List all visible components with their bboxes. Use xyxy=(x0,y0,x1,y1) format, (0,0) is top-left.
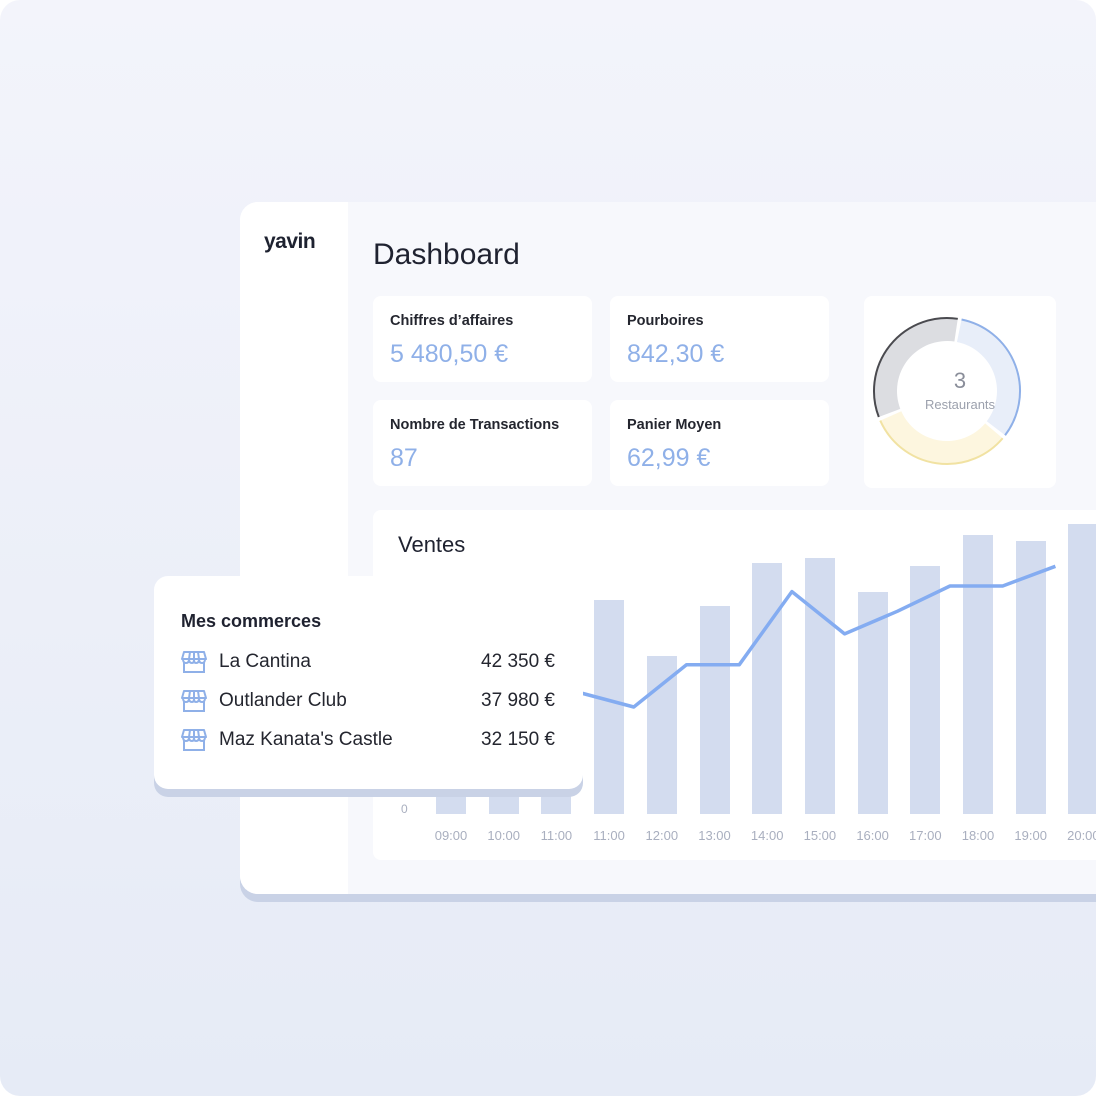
x-tick-label: 19:00 xyxy=(1014,828,1047,843)
store-name: La Cantina xyxy=(219,651,311,672)
x-tick-label: 11:00 xyxy=(593,828,625,843)
kpi-value: 87 xyxy=(390,444,418,472)
bar-10 xyxy=(963,535,993,814)
kpi-label: Nombre de Transactions xyxy=(390,417,560,433)
store-amount: 42 350 € xyxy=(481,651,555,672)
bar-11 xyxy=(1015,540,1046,814)
bar-4 xyxy=(646,656,677,814)
x-tick-label: 11:00 xyxy=(540,828,573,843)
store-icon xyxy=(181,690,207,712)
stores-title: Mes commerces xyxy=(181,611,322,631)
kpi-card-transactions[interactable]: Nombre de Transactions 87 xyxy=(373,400,592,486)
x-tick-label: 20:00 xyxy=(1067,828,1096,843)
bar-12 xyxy=(1068,524,1096,814)
donut-segment-yellow xyxy=(880,411,1003,464)
kpi-value: 62,99 € xyxy=(627,444,711,472)
x-tick-label: 18:00 xyxy=(961,828,995,843)
kpi-value: 842,30 € xyxy=(627,340,725,368)
bar-6 xyxy=(752,563,783,814)
bar-8 xyxy=(857,591,888,814)
bar-3 xyxy=(594,600,625,814)
store-name: Maz Kanata's Castle xyxy=(219,729,393,750)
x-tick-label: 17:00 xyxy=(909,828,942,843)
store-icon xyxy=(181,729,207,751)
stores-popover: Mes commerces La Cantina 42 350 € Outlan… xyxy=(154,576,583,789)
store-row-outlander-club[interactable]: Outlander Club 37 980 € xyxy=(181,688,555,718)
store-amount: 32 150 € xyxy=(481,729,555,750)
yavin-logo[interactable]: yavin xyxy=(264,230,316,254)
bar-7 xyxy=(804,557,835,814)
kpi-card-average-basket[interactable]: Panier Moyen 62,99 € xyxy=(610,400,829,486)
x-tick-label: 12:00 xyxy=(645,828,679,843)
restaurants-card[interactable]: 3 Restaurants xyxy=(864,296,1056,488)
store-icon xyxy=(181,651,207,673)
y-axis-zero-label: 0 xyxy=(401,802,408,816)
x-tick-label: 16:00 xyxy=(856,828,889,843)
x-tick-label: 10:00 xyxy=(487,828,520,843)
restaurant-count-label: Restaurants xyxy=(924,397,996,412)
bar-9 xyxy=(910,566,941,814)
page-title: Dashboard xyxy=(373,238,520,271)
x-tick-label: 09:00 xyxy=(434,828,468,843)
kpi-label: Panier Moyen xyxy=(627,417,722,433)
bar-5 xyxy=(699,605,730,814)
store-amount: 37 980 € xyxy=(481,690,555,711)
store-row-la-cantina[interactable]: La Cantina 42 350 € xyxy=(181,649,555,679)
store-name: Outlander Club xyxy=(219,690,347,711)
x-tick-label: 14:00 xyxy=(750,828,784,843)
kpi-label: Chiffres d’affaires xyxy=(390,313,514,329)
kpi-card-revenue[interactable]: Chiffres d’affaires 5 480,50 € xyxy=(373,296,592,382)
x-tick-label: 15:00 xyxy=(803,828,837,843)
restaurant-count: 3 xyxy=(953,368,967,393)
sales-title: Ventes xyxy=(398,532,466,557)
kpi-value: 5 480,50 € xyxy=(390,340,509,368)
store-row-maz-kanatas-castle[interactable]: Maz Kanata's Castle 32 150 € xyxy=(181,727,555,757)
kpi-card-tips[interactable]: Pourboires 842,30 € xyxy=(610,296,829,382)
kpi-label: Pourboires xyxy=(627,313,704,329)
x-tick-label: 13:00 xyxy=(698,828,731,843)
